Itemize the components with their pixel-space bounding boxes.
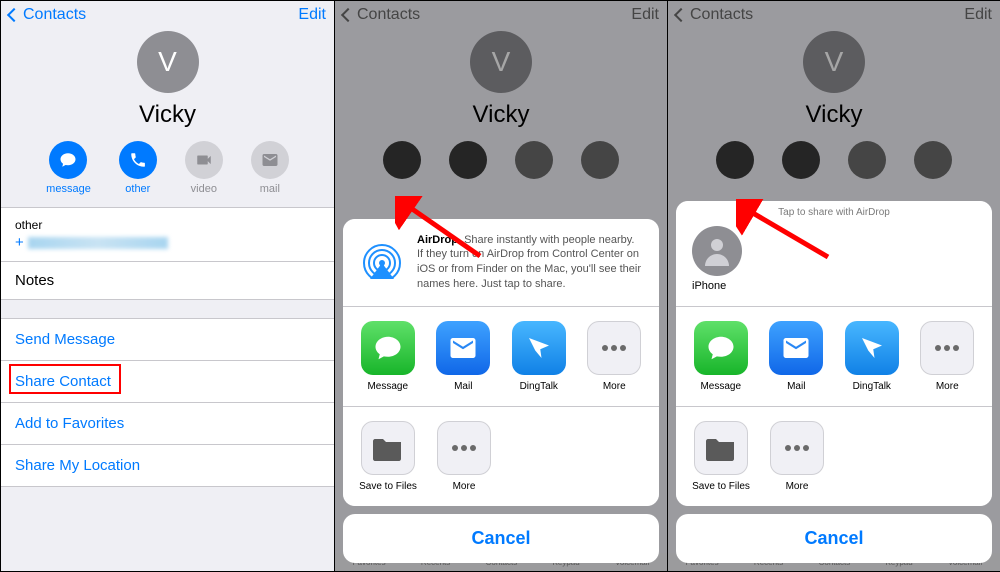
action-message[interactable]: message	[46, 141, 91, 195]
action-call[interactable]: other	[119, 141, 157, 195]
message-app-icon	[361, 321, 415, 375]
person-icon	[692, 226, 742, 276]
airdrop-icon	[359, 233, 405, 279]
video-icon	[185, 141, 223, 179]
more-icon	[770, 421, 824, 475]
share-card: Tap to share with AirDrop iPhone Message…	[676, 201, 992, 506]
share-actions-row: Save to Files More	[343, 407, 659, 506]
share-more-apps[interactable]: More	[919, 321, 977, 392]
link-section: Send Message Share Contact Add to Favori…	[1, 318, 334, 487]
contact-name: Vicky	[139, 101, 196, 129]
share-mail[interactable]: Mail	[768, 321, 826, 392]
action-label: message	[46, 183, 91, 195]
add-favorites-row[interactable]: Add to Favorites	[1, 403, 334, 445]
dingtalk-app-icon	[845, 321, 899, 375]
files-icon	[361, 421, 415, 475]
share-message[interactable]: Message	[359, 321, 417, 392]
phone-label: other	[15, 218, 320, 232]
action-mail[interactable]: mail	[251, 141, 289, 195]
airdrop-info-row[interactable]: AirDrop. Share instantly with people nea…	[343, 219, 659, 307]
notes-row[interactable]: Notes	[1, 261, 334, 299]
share-sheet: AirDrop. Share instantly with people nea…	[343, 219, 659, 563]
share-dingtalk[interactable]: DingTalk	[510, 321, 568, 392]
airdrop-text: AirDrop. Share instantly with people nea…	[417, 233, 643, 292]
share-location-row[interactable]: Share My Location	[1, 445, 334, 487]
back-button[interactable]: Contacts	[9, 6, 86, 24]
share-apps-row: Message Mail DingTalk More	[343, 307, 659, 407]
phone-row[interactable]: other +	[1, 208, 334, 261]
share-save-files[interactable]: Save to Files	[359, 421, 417, 492]
share-card: AirDrop. Share instantly with people nea…	[343, 219, 659, 506]
mail-app-icon	[769, 321, 823, 375]
mail-app-icon	[436, 321, 490, 375]
share-dingtalk[interactable]: DingTalk	[843, 321, 901, 392]
share-more-actions[interactable]: More	[435, 421, 493, 492]
cancel-button[interactable]: Cancel	[676, 514, 992, 563]
notes-label: Notes	[15, 272, 54, 289]
airdrop-hint: Tap to share with AirDrop	[676, 201, 992, 220]
files-icon	[694, 421, 748, 475]
action-label: video	[191, 183, 217, 195]
cancel-button[interactable]: Cancel	[343, 514, 659, 563]
share-mail[interactable]: Mail	[435, 321, 493, 392]
action-video[interactable]: video	[185, 141, 223, 195]
avatar-initial: V	[158, 46, 177, 78]
dingtalk-app-icon	[512, 321, 566, 375]
message-icon	[49, 141, 87, 179]
phone-section: other + Notes	[1, 207, 334, 300]
message-app-icon	[694, 321, 748, 375]
share-message[interactable]: Message	[692, 321, 750, 392]
action-label: mail	[260, 183, 280, 195]
contact-header: V Vicky	[1, 29, 334, 129]
share-save-files[interactable]: Save to Files	[692, 421, 750, 492]
device-name: iPhone	[692, 280, 726, 292]
share-more-apps[interactable]: More	[586, 321, 644, 392]
back-label: Contacts	[23, 6, 86, 24]
phone-prefix: +	[15, 234, 24, 251]
airdrop-title: AirDrop	[417, 234, 458, 246]
phone-value-blurred	[28, 237, 168, 249]
panel-share-airdrop-info: Contacts Edit V Vicky Favorites Recents …	[334, 1, 667, 571]
airdrop-device-row[interactable]: iPhone	[676, 220, 992, 307]
phone-icon	[119, 141, 157, 179]
panel-share-airdrop-device: Contacts Edit V Vicky Favorites Recents …	[667, 1, 1000, 571]
share-apps-row: Message Mail DingTalk More	[676, 307, 992, 407]
share-actions-row: Save to Files More	[676, 407, 992, 506]
more-icon	[920, 321, 974, 375]
chevron-left-icon	[7, 8, 21, 22]
more-icon	[437, 421, 491, 475]
more-icon	[587, 321, 641, 375]
navbar: Contacts Edit	[1, 1, 334, 29]
share-contact-row[interactable]: Share Contact	[1, 361, 334, 403]
quick-actions: message other video mail	[1, 141, 334, 207]
send-message-row[interactable]: Send Message	[1, 319, 334, 361]
contact-avatar: V	[137, 31, 199, 93]
action-label: other	[125, 183, 150, 195]
share-more-actions[interactable]: More	[768, 421, 826, 492]
mail-icon	[251, 141, 289, 179]
panel-contact-detail: Contacts Edit V Vicky message other vide…	[1, 1, 334, 571]
edit-button[interactable]: Edit	[298, 6, 326, 24]
share-sheet: Tap to share with AirDrop iPhone Message…	[676, 201, 992, 563]
